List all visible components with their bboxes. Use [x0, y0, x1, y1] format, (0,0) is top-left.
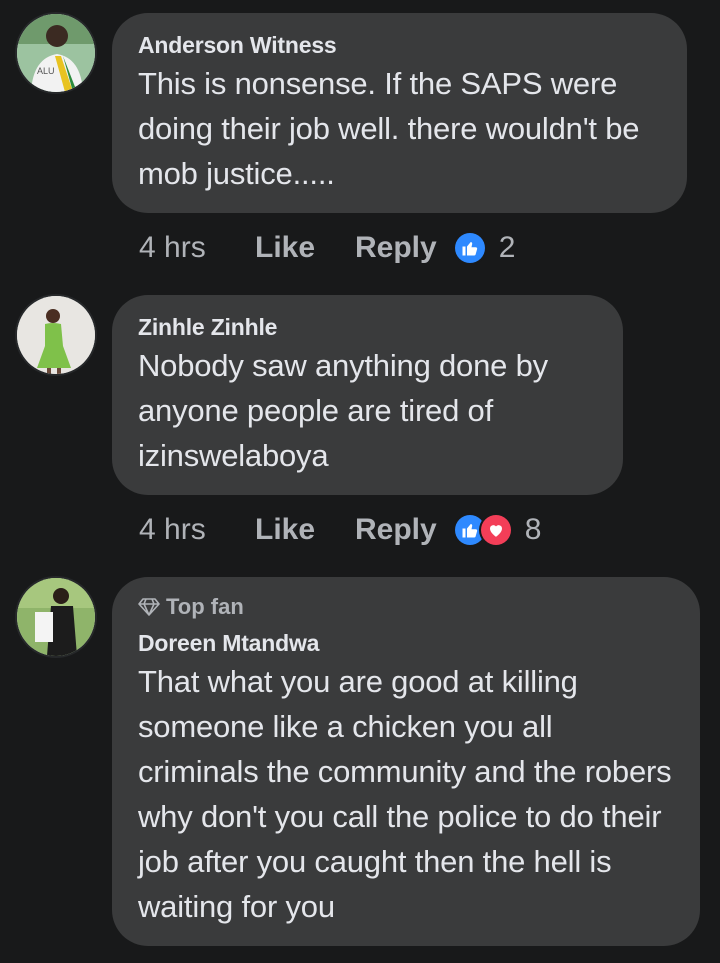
diamond-icon: [138, 598, 160, 616]
avatar-photo: [17, 296, 95, 374]
comment-author[interactable]: Zinhle Zinhle: [138, 313, 597, 341]
comment-time[interactable]: 4 hrs: [139, 513, 255, 547]
comment-bubble: Anderson Witness This is nonsense. If th…: [112, 13, 687, 213]
like-button[interactable]: Like: [255, 513, 355, 547]
reactions[interactable]: [454, 233, 485, 263]
avatar-photo: [17, 578, 95, 656]
reactions[interactable]: [454, 515, 511, 545]
comment-actions: 4 hrs Like Reply 2: [139, 228, 515, 268]
comment-bubble: Top fan Doreen Mtandwa That what you are…: [112, 577, 700, 946]
comment-text: This is nonsense. If the SAPS were doing…: [138, 66, 640, 191]
avatar[interactable]: [17, 296, 95, 374]
avatar[interactable]: ALU: [17, 14, 95, 92]
comment-text: Nobody saw anything done by anyone peopl…: [138, 348, 548, 473]
like-icon: [454, 233, 485, 263]
comment-author[interactable]: Anderson Witness: [138, 31, 661, 59]
love-icon: [480, 515, 511, 545]
like-button[interactable]: Like: [255, 231, 355, 265]
reply-button[interactable]: Reply: [355, 231, 437, 265]
reaction-count[interactable]: 8: [525, 513, 542, 547]
comment-bubble: Zinhle Zinhle Nobody saw anything done b…: [112, 295, 623, 495]
reaction-count[interactable]: 2: [499, 231, 516, 265]
avatar-photo: ALU: [17, 14, 95, 92]
comment-actions: 4 hrs Like Reply 8: [139, 510, 541, 550]
top-fan-label: Top fan: [166, 594, 244, 619]
comment-time[interactable]: 4 hrs: [139, 231, 255, 265]
reply-button[interactable]: Reply: [355, 513, 437, 547]
top-fan-badge: Top fan: [138, 593, 674, 621]
comment-author[interactable]: Doreen Mtandwa: [138, 629, 674, 657]
svg-text:ALU: ALU: [37, 66, 55, 76]
avatar[interactable]: [17, 578, 95, 656]
comment-text: That what you are good at killing someon…: [138, 664, 672, 924]
